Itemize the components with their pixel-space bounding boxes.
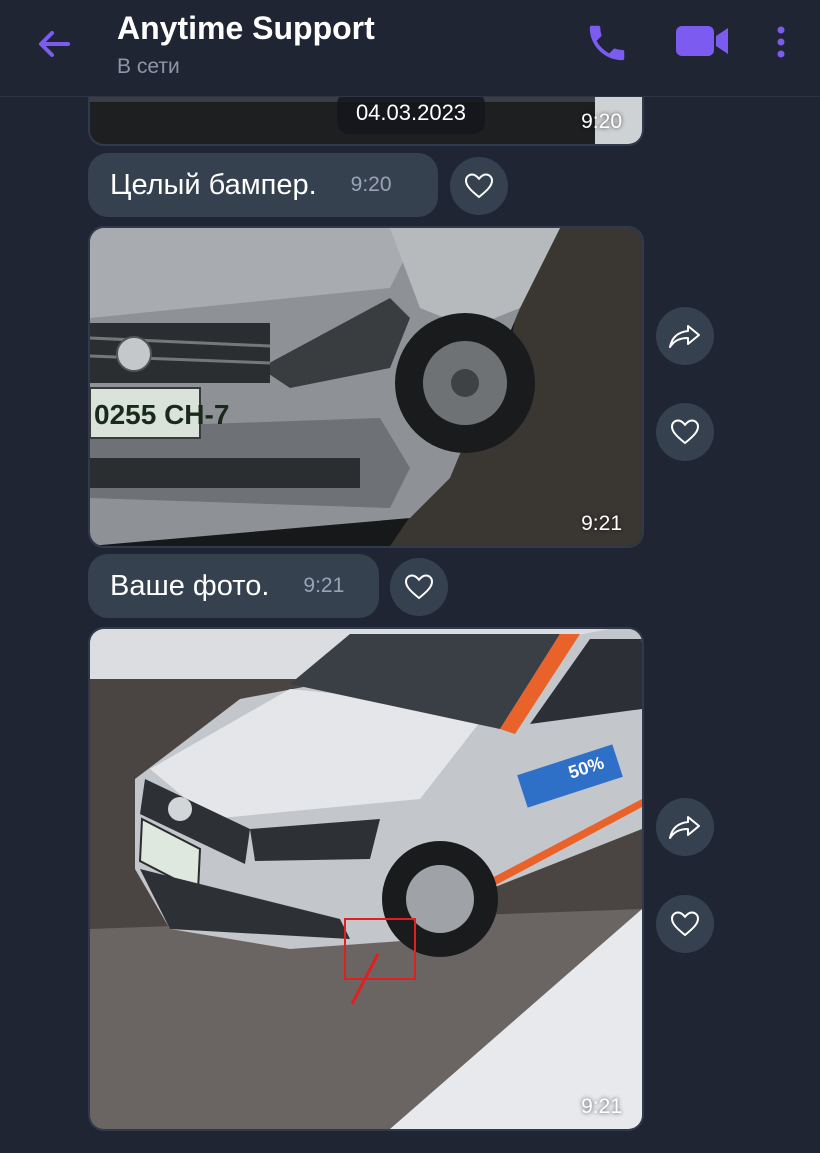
photo-image: 0255 CH-7 <box>90 228 642 546</box>
forward-button[interactable] <box>656 307 714 365</box>
share-forward-icon <box>669 816 700 839</box>
share-forward-icon <box>669 325 700 348</box>
like-button[interactable] <box>390 558 448 616</box>
text-message-2[interactable]: Ваше фото. 9:21 <box>88 554 379 618</box>
message-text: Целый бампер. <box>110 168 317 201</box>
message-time: 9:21 <box>303 574 345 597</box>
message-text: Ваше фото. <box>110 569 270 602</box>
heart-icon <box>670 419 700 445</box>
text-message-1[interactable]: Целый бампер. 9:20 <box>88 153 438 217</box>
photo-time: 9:21 <box>581 1095 622 1118</box>
chat-title[interactable]: Anytime Support <box>117 10 375 47</box>
photo-time: 9:21 <box>581 512 622 535</box>
heart-icon <box>404 574 434 600</box>
heart-icon <box>670 911 700 937</box>
message-time: 9:20 <box>350 173 392 196</box>
photo-message-3[interactable]: 50% 9:21 <box>88 627 644 1131</box>
like-button[interactable] <box>450 157 508 215</box>
heart-icon <box>464 173 494 199</box>
photo-image: 50% <box>90 629 642 1129</box>
back-arrow-icon[interactable] <box>34 24 74 64</box>
date-badge: 04.03.2023 <box>337 92 485 134</box>
license-plate-text: 0255 CH-7 <box>94 399 229 430</box>
forward-button[interactable] <box>656 798 714 856</box>
like-button[interactable] <box>656 403 714 461</box>
video-camera-icon[interactable] <box>672 18 732 64</box>
photo-time: 9:20 <box>581 110 622 133</box>
more-vertical-icon[interactable] <box>770 20 792 66</box>
like-button[interactable] <box>656 895 714 953</box>
photo-message-2[interactable]: 0255 CH-7 9:21 <box>88 226 644 548</box>
chat-status: В сети <box>117 55 180 78</box>
chat-header: Anytime Support В сети <box>0 0 820 97</box>
phone-icon[interactable] <box>584 20 630 66</box>
